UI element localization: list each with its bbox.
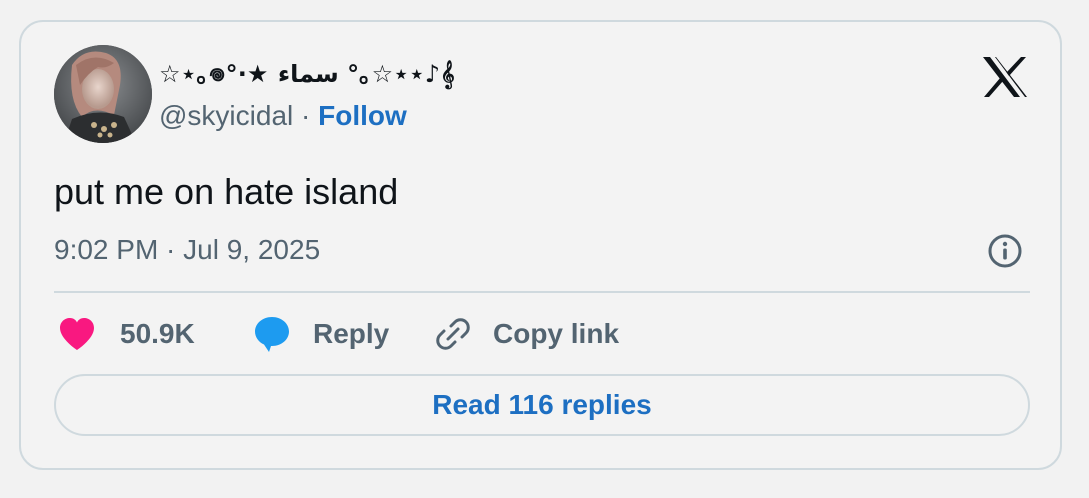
avatar[interactable] bbox=[54, 45, 152, 143]
copy-link-label: Copy link bbox=[493, 318, 620, 349]
like-count: 50.9K bbox=[120, 318, 195, 349]
heart-icon bbox=[60, 318, 94, 350]
reply-button[interactable]: Reply bbox=[253, 314, 389, 354]
tweet-embed-card: ☆⋆｡𖦹°‧★ سماء °｡☆⋆⋆♪𝄞⁠ @skyicidal · Follo… bbox=[19, 20, 1062, 470]
user-handle[interactable]: @skyicidal bbox=[159, 100, 293, 131]
follow-button[interactable]: Follow bbox=[318, 100, 407, 131]
tweet-timestamp[interactable]: 9:02 PM · Jul 9, 2025 bbox=[54, 232, 320, 268]
read-replies-button[interactable]: Read 116 replies bbox=[54, 374, 1030, 436]
separator-dot: · bbox=[301, 100, 311, 131]
speech-bubble-icon bbox=[255, 317, 289, 352]
x-logo-icon[interactable] bbox=[981, 55, 1029, 99]
handle-row: @skyicidal · Follow bbox=[159, 98, 407, 134]
avatar-image bbox=[54, 45, 152, 143]
divider bbox=[54, 291, 1030, 293]
info-icon[interactable] bbox=[987, 233, 1023, 269]
read-replies-label: Read 116 replies bbox=[432, 389, 652, 420]
tweet-text: put me on hate island bbox=[54, 171, 399, 212]
copy-link-button[interactable]: Copy link bbox=[435, 314, 619, 354]
link-icon bbox=[436, 318, 470, 350]
like-button[interactable]: 50.9K bbox=[58, 314, 195, 354]
reply-label: Reply bbox=[313, 318, 390, 349]
display-name[interactable]: ☆⋆｡𖦹°‧★ سماء °｡☆⋆⋆♪𝄞⁠ bbox=[159, 56, 455, 92]
